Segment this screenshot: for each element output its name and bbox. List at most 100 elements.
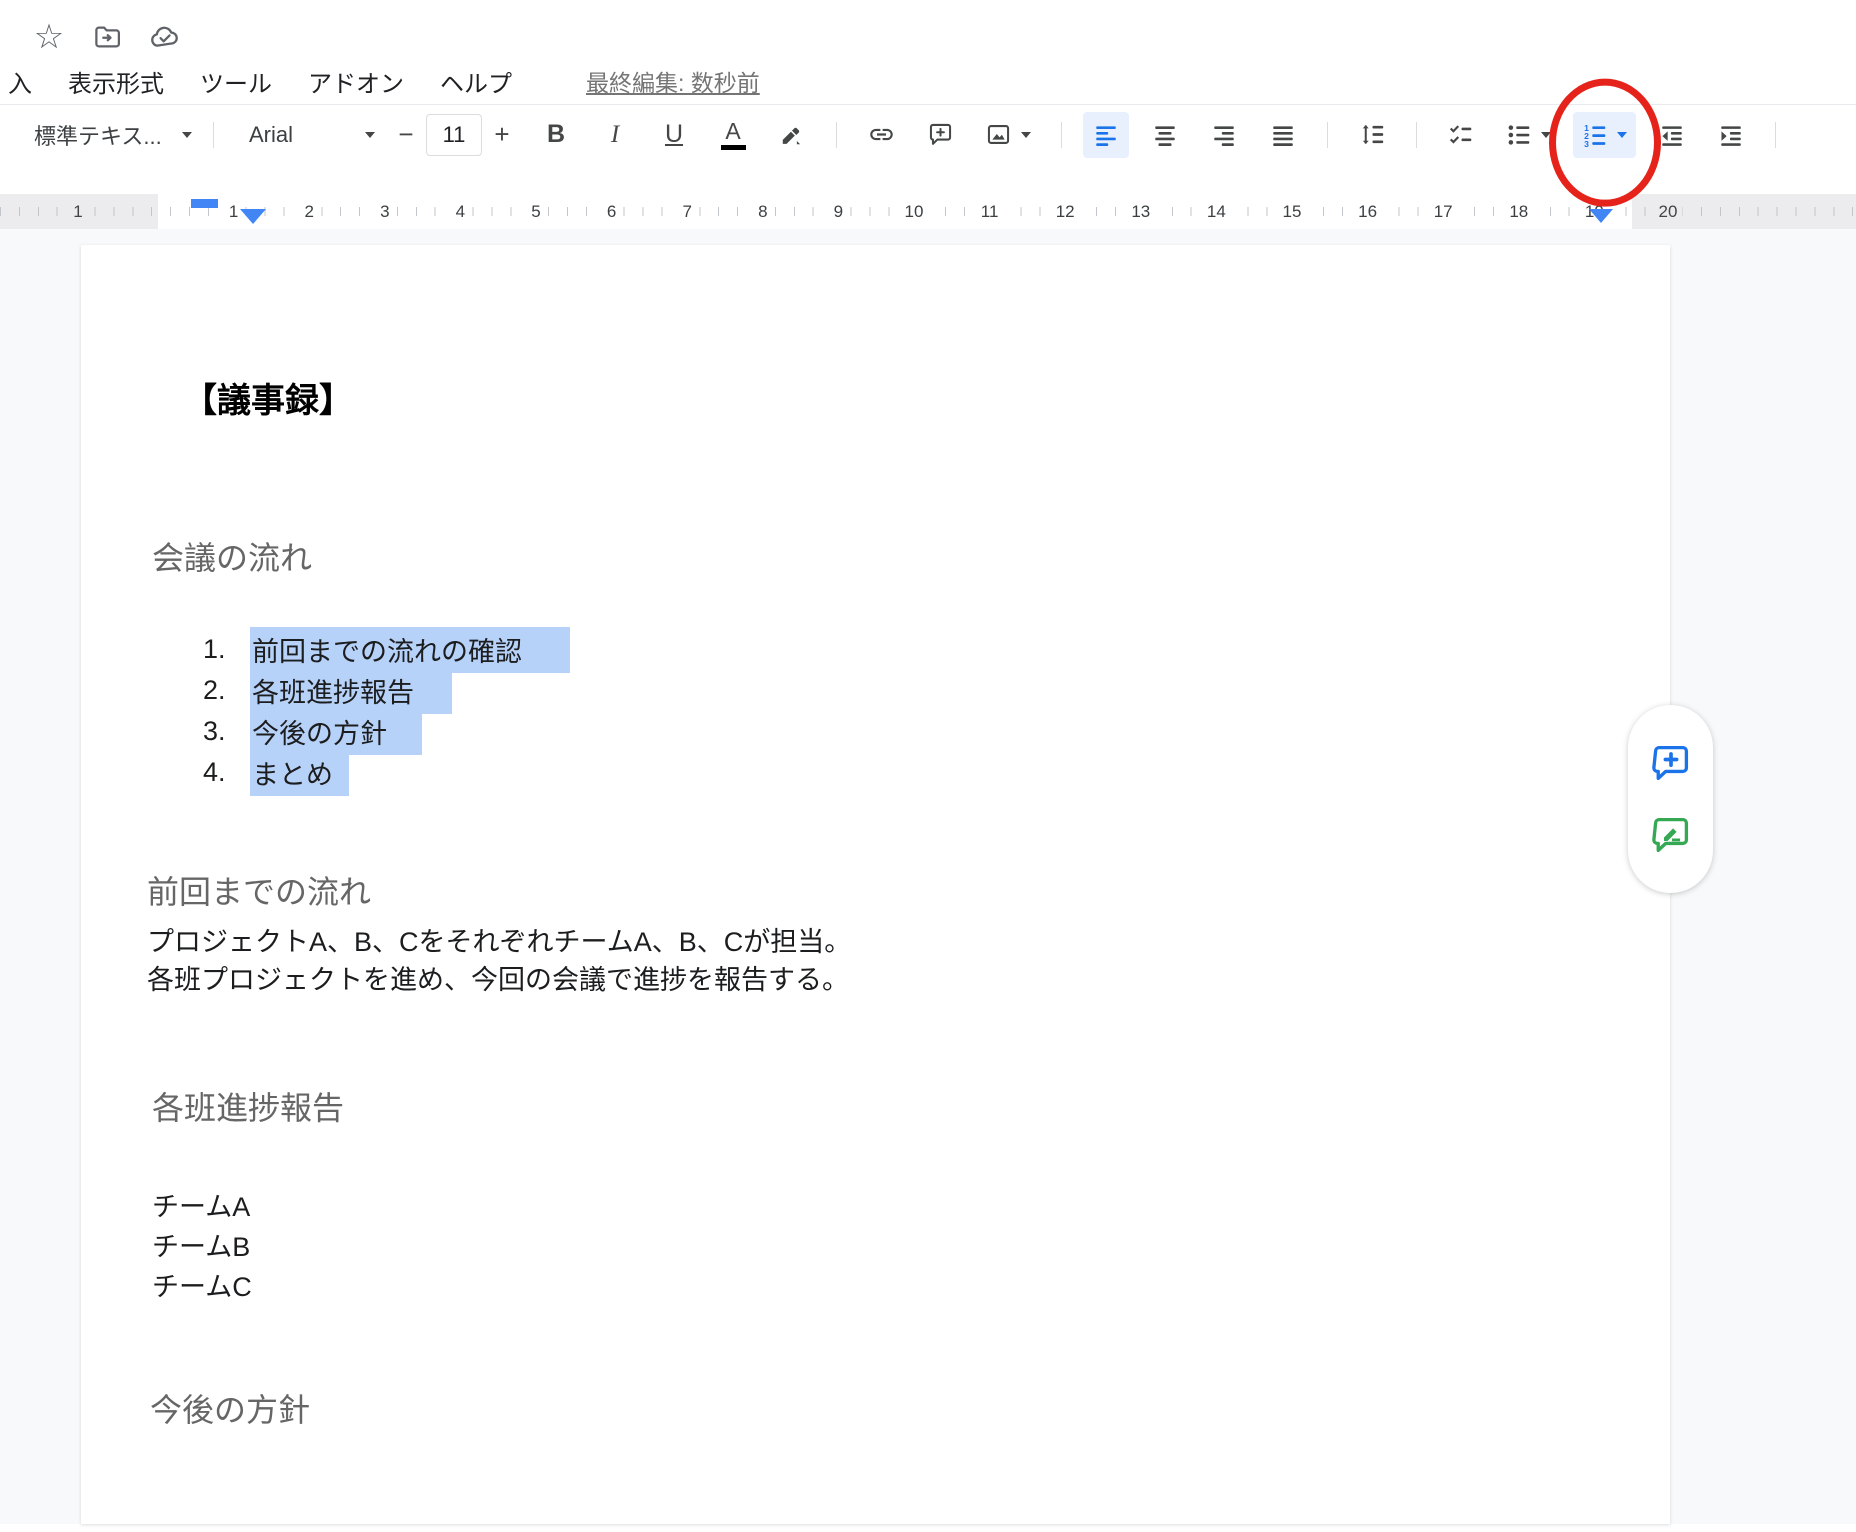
heading-progress-report: 各班進捗報告: [152, 1083, 344, 1129]
bold-button[interactable]: B: [533, 112, 579, 158]
ruler-number: 17: [1429, 202, 1458, 222]
ruler-number: 8: [753, 202, 772, 222]
agenda-item-text-selected: 今後の方針: [250, 709, 422, 755]
ruler-number: 1: [68, 202, 87, 222]
insert-link-button[interactable]: [858, 112, 904, 158]
ruler-number: 10: [900, 202, 929, 222]
ruler-number: 4: [451, 202, 470, 222]
decrease-font-size-button[interactable]: −: [388, 113, 424, 157]
ruler-number: 15: [1278, 202, 1307, 222]
chevron-down-icon: [1021, 132, 1031, 138]
agenda-item-text-selected: 各班進捗報告: [250, 668, 452, 714]
ruler-number: 9: [829, 202, 848, 222]
team-line: チームC: [152, 1265, 252, 1305]
insert-image-button[interactable]: [976, 112, 1040, 158]
formatting-toolbar: 標準テキス... Arial − 11 + B I U A: [0, 104, 1856, 164]
ruler-number: 11: [976, 202, 1004, 222]
paragraph-line: 各班プロジェクトを進め、今回の会議で進捗を報告する。: [147, 958, 851, 996]
menu-item[interactable]: ツール: [200, 64, 272, 99]
align-center-button[interactable]: [1142, 112, 1188, 158]
ruler: 11234567891011121314151617181920: [0, 194, 1856, 229]
heading-previous-flow: 前回までの流れ: [147, 867, 371, 913]
ruler-number: 14: [1202, 202, 1231, 222]
text-color-letter: A: [725, 119, 740, 143]
checklist-button[interactable]: [1438, 112, 1484, 158]
agenda-item: 4.まとめ: [203, 752, 570, 793]
suggest-edits-button[interactable]: [1649, 813, 1693, 857]
ruler-number: 16: [1353, 202, 1382, 222]
document-page[interactable]: 【議事録】 会議の流れ 1.前回までの流れの確認2.各班進捗報告3.今後の方針4…: [81, 245, 1670, 1524]
highlighter-button[interactable]: [769, 112, 815, 158]
align-justify-button[interactable]: [1260, 112, 1306, 158]
team-list: チームAチームBチームC: [152, 1185, 252, 1305]
align-right-button[interactable]: [1201, 112, 1247, 158]
toolbar-divider: [213, 122, 214, 148]
align-left-button[interactable]: [1083, 112, 1129, 158]
add-comment-button[interactable]: [917, 112, 963, 158]
underline-button[interactable]: U: [651, 112, 697, 158]
right-indent-marker[interactable]: [1589, 209, 1613, 223]
team-line: チームA: [152, 1185, 252, 1225]
font-name-label: Arial: [249, 122, 293, 148]
ruler-number: 12: [1051, 202, 1080, 222]
add-comment-floating-button[interactable]: [1649, 741, 1693, 785]
menu-item[interactable]: ヘルプ: [440, 64, 512, 99]
folder-move-icon[interactable]: [90, 20, 124, 54]
font-dropdown[interactable]: Arial: [235, 112, 375, 158]
text-color-button[interactable]: A: [710, 112, 756, 158]
agenda-numbered-list: 1.前回までの流れの確認2.各班進捗報告3.今後の方針4.まとめ: [203, 629, 570, 793]
menu-item[interactable]: 入: [8, 64, 32, 99]
last-edit-link[interactable]: 最終編集: 数秒前: [586, 64, 760, 98]
ruler-number: 18: [1504, 202, 1533, 222]
quick-actions-bar: ☆: [0, 0, 1856, 58]
chevron-down-icon: [365, 132, 375, 138]
team-line: チームB: [152, 1225, 252, 1265]
previous-flow-paragraph: プロジェクトA、B、CをそれぞれチームA、B、Cが担当。各班プロジェクトを進め、…: [147, 920, 851, 996]
paragraph-style-label: 標準テキス...: [34, 119, 162, 151]
agenda-item-number: 4.: [203, 757, 250, 788]
star-icon[interactable]: ☆: [32, 20, 66, 54]
text-color-bar: [721, 145, 746, 150]
toolbar-divider: [1775, 122, 1776, 148]
increase-font-size-button[interactable]: +: [484, 113, 520, 157]
toolbar-divider: [1061, 122, 1062, 148]
agenda-item-text-selected: まとめ: [250, 750, 349, 796]
agenda-item-text-selected: 前回までの流れの確認: [250, 627, 570, 673]
ruler-number: 2: [299, 202, 318, 222]
agenda-item-number: 3.: [203, 716, 250, 747]
heading-future-policy: 今後の方針: [150, 1385, 310, 1431]
left-indent-marker[interactable]: [240, 209, 266, 224]
menu-item[interactable]: 表示形式: [68, 64, 164, 99]
ruler-number: 3: [375, 202, 394, 222]
ruler-number: 13: [1126, 202, 1155, 222]
line-spacing-button[interactable]: [1349, 112, 1395, 158]
first-line-indent-marker[interactable]: [191, 199, 218, 208]
indent-button[interactable]: [1708, 112, 1754, 158]
document-title: 【議事録】: [183, 373, 353, 422]
chevron-down-icon: [1541, 132, 1551, 138]
agenda-item: 3.今後の方針: [203, 711, 570, 752]
toolbar-divider: [1327, 122, 1328, 148]
chevron-down-icon: [1617, 132, 1627, 138]
ruler-number: 6: [602, 202, 621, 222]
toolbar-divider: [1416, 122, 1417, 148]
toolbar-divider: [836, 122, 837, 148]
chevron-down-icon: [182, 132, 192, 138]
numbered-list-button[interactable]: 1 2 3: [1573, 112, 1636, 158]
menu-bar: 入 表示形式 ツール アドオン ヘルプ 最終編集: 数秒前: [0, 58, 1856, 104]
outdent-button[interactable]: [1649, 112, 1695, 158]
font-size-group: − 11 +: [388, 113, 520, 157]
paragraph-style-dropdown[interactable]: 標準テキス...: [34, 112, 192, 158]
bulleted-list-button[interactable]: [1497, 112, 1560, 158]
side-action-pill: [1628, 705, 1713, 893]
agenda-item-number: 1.: [203, 634, 250, 665]
cloud-saved-icon[interactable]: [148, 20, 182, 54]
ruler-number: 20: [1654, 202, 1683, 222]
paragraph-line: プロジェクトA、B、CをそれぞれチームA、B、Cが担当。: [147, 920, 851, 958]
ruler-number: 7: [677, 202, 696, 222]
font-size-input[interactable]: 11: [426, 114, 482, 156]
menu-item[interactable]: アドオン: [308, 64, 404, 99]
agenda-item-number: 2.: [203, 675, 250, 706]
agenda-item: 2.各班進捗報告: [203, 670, 570, 711]
italic-button[interactable]: I: [592, 112, 638, 158]
